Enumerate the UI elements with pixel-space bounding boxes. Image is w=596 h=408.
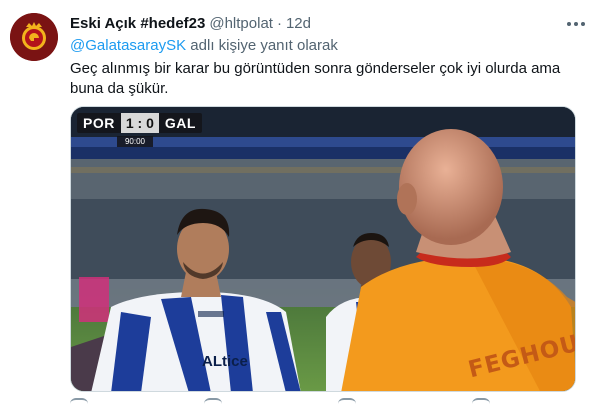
separator-dot: · [276, 15, 282, 32]
tweet-content: Eski Açık #hedef23 @hltpolat · 12d @Gala… [70, 14, 576, 99]
retweet-icon[interactable] [204, 398, 222, 408]
tweet-media-image[interactable]: POR 1 : 0 GAL 90:00 ALtice FEGHOUL [70, 106, 576, 392]
like-icon[interactable] [338, 398, 356, 408]
shirt-sponsor: ALtice [202, 353, 248, 370]
reply-mention-link[interactable]: @GalatasaraySK [70, 37, 186, 54]
match-clock: 90:00 [117, 136, 153, 147]
avatar[interactable] [10, 13, 58, 61]
match-score: 1 : 0 [120, 113, 159, 133]
more-horizontal-icon[interactable] [564, 14, 588, 34]
share-icon[interactable] [472, 398, 490, 408]
display-name[interactable]: Eski Açık #hedef23 [70, 14, 205, 34]
tweet-actions [70, 398, 490, 408]
tweet-text: Geç alınmış bir karar bu görüntüden sonr… [70, 60, 561, 97]
home-team: POR [83, 115, 115, 131]
reply-icon[interactable] [70, 398, 88, 408]
reply-context: @GalatasaraySK adlı kişiye yanıt olarak [70, 36, 576, 56]
scoreboard: POR 1 : 0 GAL [77, 113, 202, 133]
user-handle[interactable]: @hltpolat [209, 14, 273, 34]
tweet-header: Eski Açık #hedef23 @hltpolat · 12d [70, 14, 576, 34]
tweet[interactable]: Eski Açık #hedef23 @hltpolat · 12d @Gala… [0, 0, 596, 408]
galatasaray-crest-icon [10, 13, 58, 61]
timestamp[interactable]: 12d [286, 14, 311, 34]
reply-context-text: adlı kişiye yanıt olarak [190, 37, 338, 54]
away-team: GAL [164, 115, 196, 131]
